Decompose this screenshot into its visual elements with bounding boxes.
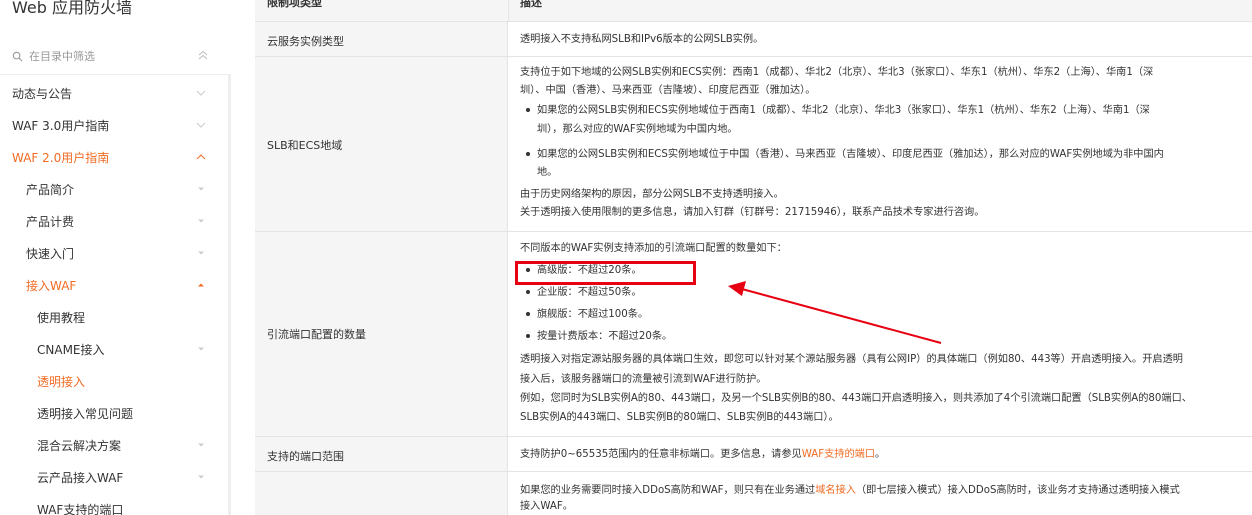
- annotation-arrow-icon: [728, 281, 942, 344]
